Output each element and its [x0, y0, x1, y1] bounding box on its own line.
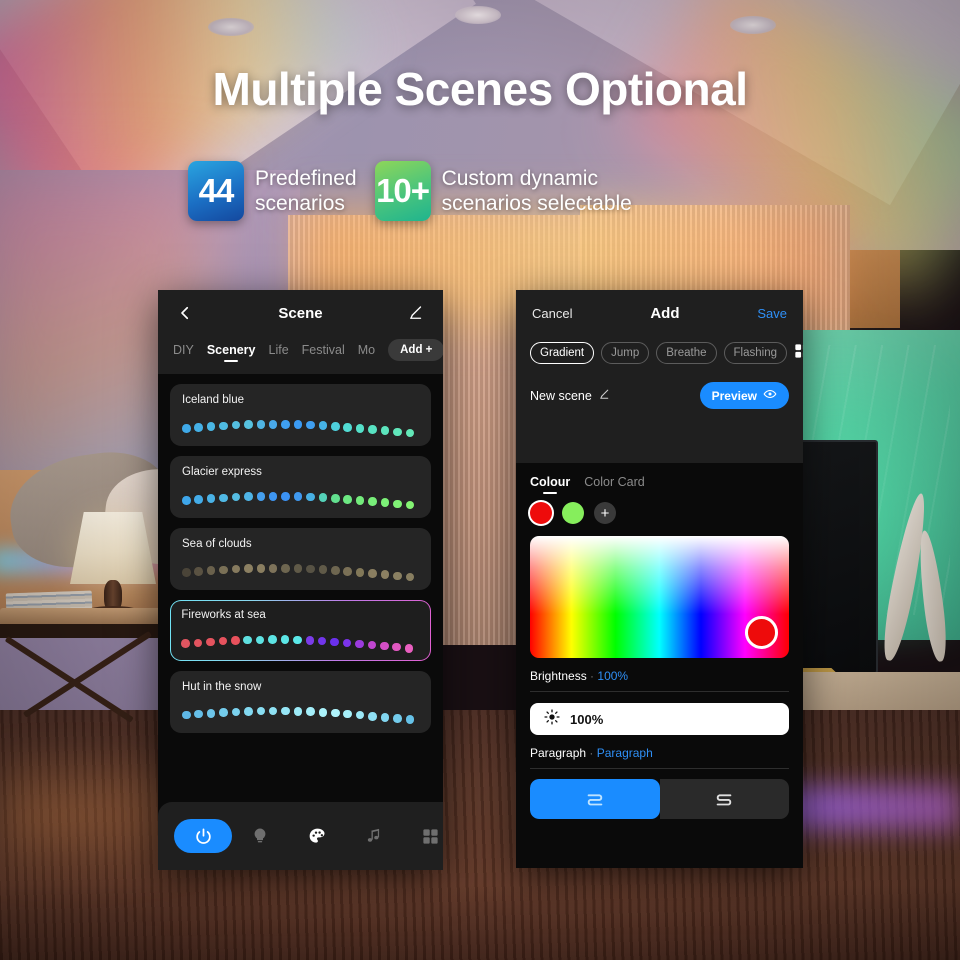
tab-colour[interactable]: Colour: [530, 475, 570, 489]
add-scene-button[interactable]: Add +: [388, 339, 443, 361]
brightness-value: 100%: [597, 669, 629, 683]
add-header: Cancel Add Save: [516, 290, 803, 336]
flow-left-icon[interactable]: [659, 779, 789, 819]
colour-swatch-red[interactable]: [530, 502, 552, 524]
downlight: [730, 16, 776, 34]
scene-colour-dots: [182, 706, 419, 724]
paragraph-value[interactable]: Paragraph: [597, 746, 653, 760]
tab-more[interactable]: Mo: [358, 343, 375, 357]
scene-card-list: Iceland blue Glacier express Sea of clouds…: [158, 374, 443, 733]
preview-label: Preview: [711, 388, 757, 403]
colour-panel: Colour Color Card + Brightness · 100% 10…: [516, 463, 803, 819]
scene-colour-dots: [182, 420, 419, 438]
label-separator: ·: [590, 669, 595, 683]
sun-icon: [544, 708, 560, 730]
stat-label: Custom dynamic scenarios selectable: [441, 167, 632, 215]
room-background: [0, 0, 960, 960]
scene-card-title: Iceland blue: [182, 394, 245, 406]
scene-card[interactable]: Sea of clouds: [170, 528, 431, 590]
flow-right-icon[interactable]: [530, 779, 660, 819]
eye-icon: [763, 387, 777, 404]
bottom-nav-bar: [158, 802, 443, 870]
scene-colour-dots: [181, 635, 419, 653]
table-lamp-shade: [70, 512, 156, 584]
brightness-label: Brightness: [530, 669, 587, 683]
mode-chip-row: Gradient Jump Breathe Flashing: [516, 336, 803, 374]
scene-header: Scene DIY Scenery Life Festival Mo Add +: [158, 290, 443, 374]
cancel-button[interactable]: Cancel: [532, 306, 572, 321]
stat-label: Predefined scenarios: [255, 167, 357, 215]
brightness-label-row: Brightness · 100%: [530, 669, 789, 692]
downlight: [455, 6, 501, 24]
pencil-icon[interactable]: [405, 302, 427, 324]
label-separator: ·: [589, 746, 594, 760]
paragraph-label: Paragraph: [530, 746, 587, 760]
tab-scenery[interactable]: Scenery: [207, 343, 256, 357]
tab-festival[interactable]: Festival: [302, 343, 345, 357]
music-icon[interactable]: [346, 826, 403, 846]
direction-toggle-row: [530, 779, 789, 819]
downlight: [208, 18, 254, 36]
category-tabs: DIY Scenery Life Festival Mo Add +: [158, 336, 443, 374]
new-scene-row: New scene Preview: [516, 374, 803, 409]
scene-card[interactable]: Iceland blue: [170, 384, 431, 446]
stat-item: 44 Predefined scenarios: [188, 161, 357, 221]
promo-image: Multiple Scenes Optional 44 Predefined s…: [0, 0, 960, 960]
palette-icon[interactable]: [289, 826, 346, 847]
chip-jump[interactable]: Jump: [601, 342, 650, 364]
colour-swatch-green[interactable]: [562, 502, 584, 524]
picker-knob[interactable]: [745, 616, 778, 649]
scene-colour-dots: [182, 492, 419, 510]
tab-color-card[interactable]: Color Card: [584, 475, 644, 489]
bulb-icon[interactable]: [232, 826, 289, 846]
tab-life[interactable]: Life: [269, 343, 289, 357]
paragraph-label-row: Paragraph · Paragraph: [530, 746, 789, 769]
grid-icon[interactable]: [402, 827, 443, 846]
scene-card[interactable]: Glacier express: [170, 456, 431, 518]
add-scene-screen: Cancel Add Save Gradient Jump Breathe Fl…: [516, 290, 803, 868]
screen-title: Add: [650, 304, 680, 322]
chip-breathe[interactable]: Breathe: [656, 342, 717, 364]
back-chevron-icon[interactable]: [174, 302, 196, 324]
new-scene-label: New scene: [530, 388, 592, 403]
scene-card-title: Hut in the snow: [182, 680, 262, 693]
new-scene-name: New scene: [530, 388, 611, 404]
stats-row: 44 Predefined scenarios 10+ Custom dynam…: [188, 158, 788, 224]
stat-badge: 44: [188, 161, 244, 221]
scene-card-title: Sea of clouds: [182, 538, 252, 550]
stat-item: 10+ Custom dynamic scenarios selectable: [374, 161, 632, 221]
pencil-icon[interactable]: [598, 388, 611, 404]
brightness-slider-value: 100%: [570, 711, 604, 727]
colour-swatch-row: +: [530, 502, 789, 524]
chip-gradient[interactable]: Gradient: [530, 342, 595, 364]
save-button[interactable]: Save: [757, 306, 787, 321]
scene-card[interactable]: Hut in the snow: [170, 670, 431, 733]
chip-flashing[interactable]: Flashing: [723, 342, 787, 364]
tab-diy[interactable]: DIY: [173, 343, 194, 357]
scene-list-screen: Scene DIY Scenery Life Festival Mo Add +…: [158, 290, 443, 870]
scene-card-title: Fireworks at sea: [181, 609, 266, 622]
preview-button[interactable]: Preview: [699, 382, 789, 409]
scene-card[interactable]: Fireworks at sea: [170, 600, 431, 661]
preview-dot-strip: [516, 409, 803, 463]
screen-title: Scene: [278, 304, 323, 322]
page-title: Multiple Scenes Optional: [212, 63, 748, 115]
grid-icon[interactable]: [794, 343, 803, 364]
scene-card-title: Glacier express: [182, 466, 262, 478]
colour-subtabs: Colour Color Card: [530, 475, 789, 489]
colour-picker-field[interactable]: [530, 536, 789, 658]
stat-badge: 10+: [374, 161, 431, 221]
scene-colour-dots: [182, 564, 419, 582]
power-icon[interactable]: [174, 819, 232, 853]
brightness-slider[interactable]: 100%: [530, 703, 789, 735]
add-colour-button[interactable]: +: [594, 502, 616, 524]
